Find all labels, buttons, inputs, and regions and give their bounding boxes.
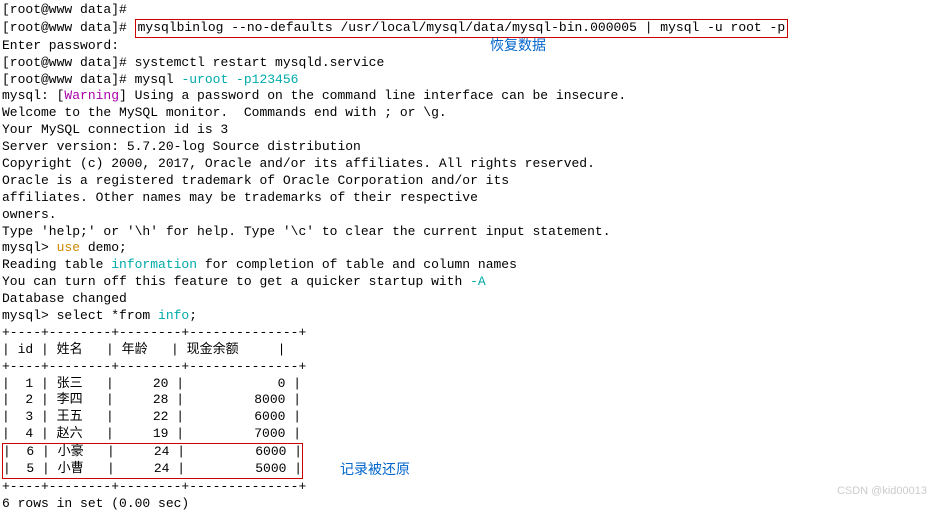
terminal-line-cmd: [root@www data]# systemctl restart mysql… [2,55,931,72]
table-row: | 5 | 小曹 | 24 | 5000 | [3,461,302,478]
table-separator: +----+--------+--------+--------------+ [2,325,931,342]
help-line: Type 'help;' or '\h' for help. Type '\c'… [2,224,931,241]
command: mysql [135,72,182,87]
table-row: | 2 | 李四 | 28 | 8000 | [2,392,931,409]
command: systemctl restart mysqld.service [135,55,385,70]
trademark-line: affiliates. Other names may be trademark… [2,190,931,207]
welcome-line: Welcome to the MySQL monitor. Commands e… [2,105,931,122]
table-header: | id | 姓名 | 年龄 | 现金余额 | [2,342,931,359]
password-prompt: Enter password: [2,38,931,55]
server-version: Server version: 5.7.20-log Source distri… [2,139,931,156]
table-row: | 3 | 王五 | 22 | 6000 | [2,409,931,426]
db-changed: Database changed [2,291,931,308]
mysql-cmd: mysql> select *from info; [2,308,931,325]
warning-label: Warning [64,88,119,103]
prompt: [root@www data]# [2,55,135,70]
terminal-line-cmd: [root@www data]# mysqlbinlog --no-defaul… [2,19,931,38]
annotation-records-restored: 记录被还原 [340,460,410,478]
table-row: | 6 | 小豪 | 24 | 6000 | [3,444,302,461]
keyword: information [111,257,197,272]
info-line: Reading table information for completion… [2,257,931,274]
highlighted-command: mysqlbinlog --no-defaults /usr/local/mys… [135,19,789,38]
table-row: | 4 | 赵六 | 19 | 7000 | [2,426,931,443]
table-name: info [158,308,189,323]
prompt: [root@www data]# [2,72,135,87]
info-line: You can turn off this feature to get a q… [2,274,931,291]
sql-keyword: use [57,240,80,255]
command-args: -uroot -p123456 [181,72,298,87]
prompt: [root@www data]# [2,20,135,35]
prompt: [root@www data]# [2,2,135,17]
trademark-line: owners. [2,207,931,224]
table-row: | 1 | 张三 | 20 | 0 | [2,376,931,393]
table-separator: +----+--------+--------+--------------+ [2,479,931,496]
annotation-restore-data: 恢复数据 [490,36,546,54]
mysql-cmd: mysql> use demo; [2,240,931,257]
warning-line: mysql: [Warning] Using a password on the… [2,88,931,105]
watermark: CSDN @kid00013 [837,484,927,498]
table-separator: +----+--------+--------+--------------+ [2,359,931,376]
highlighted-rows: | 6 | 小豪 | 24 | 6000 | | 5 | 小曹 | 24 | 5… [2,443,303,479]
result-count: 6 rows in set (0.00 sec) [2,496,931,513]
trademark-line: Oracle is a registered trademark of Orac… [2,173,931,190]
copyright-line: Copyright (c) 2000, 2017, Oracle and/or … [2,156,931,173]
terminal-line-cmd: [root@www data]# mysql -uroot -p123456 [2,72,931,89]
flag: -A [470,274,486,289]
connection-id: Your MySQL connection id is 3 [2,122,931,139]
terminal-line: [root@www data]# [2,2,931,19]
